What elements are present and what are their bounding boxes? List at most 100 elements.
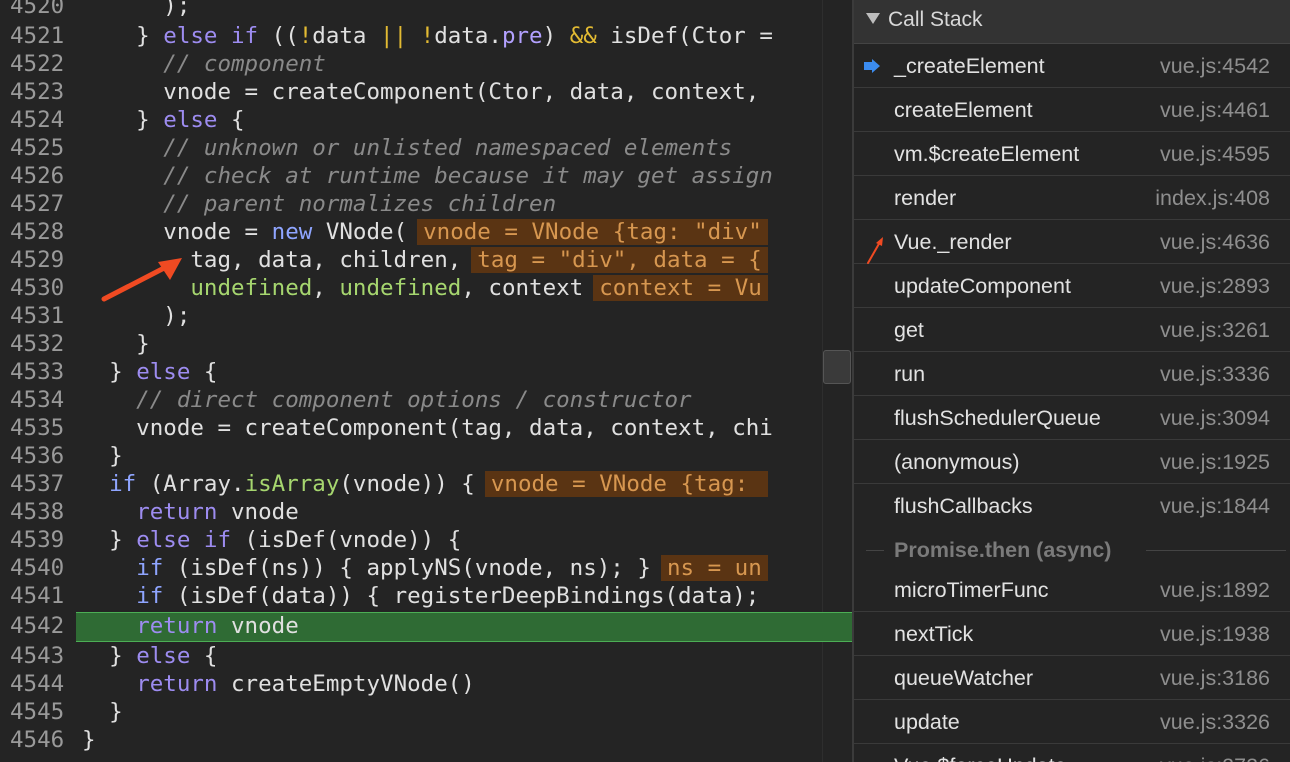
source-code-editor[interactable]: 4520 ); 4521 } else if ((!data || !data.… xyxy=(0,0,852,762)
code-line[interactable]: 4526 // check at runtime because it may … xyxy=(0,162,852,190)
call-stack-frame[interactable]: microTimerFunc vue.js:1892 xyxy=(854,568,1290,612)
code-line[interactable]: 4546 } xyxy=(0,726,852,754)
code-line[interactable]: 4545 } xyxy=(0,698,852,726)
frame-location[interactable]: vue.js:3326 xyxy=(1160,710,1270,735)
frame-function-name: nextTick xyxy=(894,622,974,646)
annotation-arrow-icon xyxy=(101,258,182,302)
frame-function-name: createElement xyxy=(894,98,1033,122)
line-number[interactable]: 4530 xyxy=(0,274,72,302)
frame-location[interactable]: vue.js:2726 xyxy=(1160,754,1270,762)
line-number[interactable]: 4534 xyxy=(0,386,72,414)
frame-location[interactable]: index.js:408 xyxy=(1155,186,1270,211)
line-number[interactable]: 4529 xyxy=(0,246,72,274)
frame-location[interactable]: vue.js:1844 xyxy=(1160,494,1270,519)
inline-variable-value[interactable]: ns = un xyxy=(660,555,768,581)
line-number[interactable]: 4533 xyxy=(0,358,72,386)
editor-scrollbar-thumb[interactable] xyxy=(823,350,851,384)
line-number[interactable]: 4538 xyxy=(0,498,72,526)
inline-variable-value[interactable]: vnode = VNode {tag: "div" xyxy=(417,219,768,245)
frame-location[interactable]: vue.js:3186 xyxy=(1160,666,1270,691)
code-line[interactable]: 4528 vnode = new VNode(vnode = VNode {ta… xyxy=(0,218,852,246)
line-number[interactable]: 4541 xyxy=(0,582,72,610)
code-line[interactable]: 4543 } else { xyxy=(0,642,852,670)
call-stack-frame-current[interactable]: _createElement vue.js:4542 xyxy=(854,44,1290,88)
inline-variable-value[interactable]: tag = "div", data = { xyxy=(471,247,768,273)
frame-location[interactable]: vue.js:3094 xyxy=(1160,406,1270,431)
frame-location[interactable]: vue.js:4461 xyxy=(1160,98,1270,123)
code-line[interactable]: 4527 // parent normalizes children xyxy=(0,190,852,218)
inline-variable-value[interactable]: context = Vu xyxy=(593,275,768,301)
call-stack-frame[interactable]: nextTick vue.js:1938 xyxy=(854,612,1290,656)
line-number[interactable]: 4543 xyxy=(0,642,72,670)
frame-location[interactable]: vue.js:2893 xyxy=(1160,274,1270,299)
code-line[interactable]: 4538 return vnode xyxy=(0,498,852,526)
line-code: } xyxy=(82,443,123,469)
code-line[interactable]: 4541 if (isDef(data)) { registerDeepBind… xyxy=(0,582,852,610)
inline-variable-value[interactable]: vnode = VNode {tag: xyxy=(484,471,768,497)
line-number[interactable]: 4522 xyxy=(0,50,72,78)
line-number[interactable]: 4527 xyxy=(0,190,72,218)
frame-location[interactable]: vue.js:1938 xyxy=(1160,622,1270,647)
call-stack-frame[interactable]: flushSchedulerQueue vue.js:3094 xyxy=(854,396,1290,440)
code-line[interactable]: 4539 } else if (isDef(vnode)) { xyxy=(0,526,852,554)
code-line[interactable]: 4523 vnode = createComponent(Ctor, data,… xyxy=(0,78,852,106)
call-stack-frame[interactable]: vm.$createElement vue.js:4595 xyxy=(854,132,1290,176)
frame-location[interactable]: vue.js:4636 xyxy=(1160,230,1270,255)
line-number[interactable]: 4546 xyxy=(0,726,72,754)
code-line[interactable]: 4522 // component xyxy=(0,50,852,78)
line-number[interactable]: 4535 xyxy=(0,414,72,442)
code-line[interactable]: 4537 if (Array.isArray(vnode)) {vnode = … xyxy=(0,470,852,498)
code-line[interactable]: 4544 return createEmptyVNode() xyxy=(0,670,852,698)
code-line[interactable]: 4533 } else { xyxy=(0,358,852,386)
line-number[interactable]: 4536 xyxy=(0,442,72,470)
code-line[interactable]: 4532 } xyxy=(0,330,852,358)
frame-location[interactable]: vue.js:1892 xyxy=(1160,578,1270,603)
line-number[interactable]: 4532 xyxy=(0,330,72,358)
line-number[interactable]: 4521 xyxy=(0,22,72,50)
call-stack-header[interactable]: Call Stack xyxy=(854,0,1290,44)
current-execution-line[interactable]: 4542 return vnode xyxy=(0,612,852,642)
code-line[interactable]: 4525 // unknown or unlisted namespaced e… xyxy=(0,134,852,162)
code-line[interactable]: 4520 ); xyxy=(0,0,852,20)
line-number[interactable]: 4524 xyxy=(0,106,72,134)
line-code: vnode = createComponent(tag, data, conte… xyxy=(82,415,773,441)
line-number[interactable]: 4520 xyxy=(0,0,72,20)
code-line[interactable]: 4536 } xyxy=(0,442,852,470)
line-number[interactable]: 4528 xyxy=(0,218,72,246)
line-number[interactable]: 4542 xyxy=(0,612,72,640)
call-stack-frame[interactable]: Vue._render vue.js:4636 xyxy=(854,220,1290,264)
call-stack-frame[interactable]: render index.js:408 xyxy=(854,176,1290,220)
frame-location[interactable]: vue.js:4595 xyxy=(1160,142,1270,167)
call-stack-frame[interactable]: run vue.js:3336 xyxy=(854,352,1290,396)
line-code: // check at runtime because it may get a… xyxy=(82,163,773,189)
collapse-triangle-icon[interactable] xyxy=(866,13,880,24)
code-line[interactable]: 4535 vnode = createComponent(tag, data, … xyxy=(0,414,852,442)
line-number[interactable]: 4537 xyxy=(0,470,72,498)
line-number[interactable]: 4525 xyxy=(0,134,72,162)
code-line[interactable]: 4540 if (isDef(ns)) { applyNS(vnode, ns)… xyxy=(0,554,852,582)
line-number[interactable]: 4539 xyxy=(0,526,72,554)
call-stack-frame[interactable]: flushCallbacks vue.js:1844 xyxy=(854,484,1290,528)
frame-location[interactable]: vue.js:3336 xyxy=(1160,362,1270,387)
frame-location[interactable]: vue.js:1925 xyxy=(1160,450,1270,475)
call-stack-frame[interactable]: Vue.$forceUpdate vue.js:2726 xyxy=(854,744,1290,762)
call-stack-frame[interactable]: update vue.js:3326 xyxy=(854,700,1290,744)
line-number[interactable]: 4526 xyxy=(0,162,72,190)
line-number[interactable]: 4544 xyxy=(0,670,72,698)
call-stack-frame[interactable]: updateComponent vue.js:2893 xyxy=(854,264,1290,308)
code-line[interactable]: 4531 ); xyxy=(0,302,852,330)
call-stack-frame[interactable]: queueWatcher vue.js:3186 xyxy=(854,656,1290,700)
call-stack-frame[interactable]: get vue.js:3261 xyxy=(854,308,1290,352)
call-stack-frame[interactable]: createElement vue.js:4461 xyxy=(854,88,1290,132)
frame-location[interactable]: vue.js:3261 xyxy=(1160,318,1270,343)
frame-function-name: vm.$createElement xyxy=(894,142,1080,166)
frame-location[interactable]: vue.js:4542 xyxy=(1160,54,1270,79)
line-number[interactable]: 4540 xyxy=(0,554,72,582)
code-line[interactable]: 4524 } else { xyxy=(0,106,852,134)
code-line[interactable]: 4534 // direct component options / const… xyxy=(0,386,852,414)
line-number[interactable]: 4531 xyxy=(0,302,72,330)
line-number[interactable]: 4545 xyxy=(0,698,72,726)
line-number[interactable]: 4523 xyxy=(0,78,72,106)
call-stack-frame[interactable]: (anonymous) vue.js:1925 xyxy=(854,440,1290,484)
code-line[interactable]: 4521 } else if ((!data || !data.pre) && … xyxy=(0,22,852,50)
